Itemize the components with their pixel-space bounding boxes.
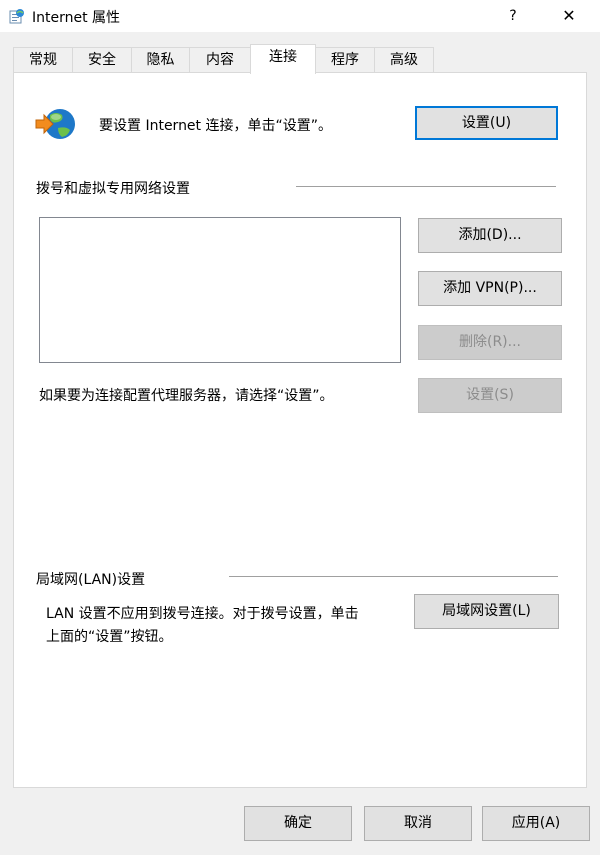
tab-general[interactable]: 常规 (13, 47, 73, 72)
connections-listbox[interactable] (39, 217, 401, 363)
add-vpn-button[interactable]: 添加 VPN(P)... (418, 271, 562, 306)
remove-button[interactable]: 删除(R)... (418, 325, 562, 360)
title-bar: Internet 属性 ? ✕ (0, 0, 600, 32)
help-button[interactable]: ? (490, 0, 536, 32)
tab-advanced[interactable]: 高级 (374, 47, 434, 72)
proxy-hint-text: 如果要为连接配置代理服务器，请选择“设置”。 (39, 388, 334, 404)
connections-panel: 要设置 Internet 连接，单击“设置”。 设置(U) 拨号和虚拟专用网络设… (13, 72, 587, 788)
apply-button[interactable]: 应用(A) (482, 806, 590, 841)
window-title: Internet 属性 (32, 10, 121, 26)
lan-description-line1: LAN 设置不应用到拨号连接。对于拨号设置，单击 (46, 606, 359, 622)
globe-arrow-icon (35, 109, 75, 139)
tab-privacy[interactable]: 隐私 (131, 47, 190, 72)
lan-settings-button[interactable]: 局域网设置(L) (414, 594, 559, 629)
dialup-heading: 拨号和虚拟专用网络设置 (36, 181, 190, 197)
tab-connections[interactable]: 连接 (250, 44, 316, 74)
tab-security[interactable]: 安全 (72, 47, 132, 72)
dialup-divider (296, 186, 556, 187)
lan-divider (229, 576, 558, 577)
lan-description-line2: 上面的“设置”按钮。 (46, 629, 173, 645)
lan-heading: 局域网(LAN)设置 (36, 572, 146, 588)
ok-button[interactable]: 确定 (244, 806, 352, 841)
add-button[interactable]: 添加(D)... (418, 218, 562, 253)
cancel-button[interactable]: 取消 (364, 806, 472, 841)
tab-content[interactable]: 内容 (189, 47, 251, 72)
tab-programs[interactable]: 程序 (315, 47, 375, 72)
close-button[interactable]: ✕ (546, 0, 592, 32)
setup-button[interactable]: 设置(U) (415, 106, 558, 140)
internet-options-icon (9, 9, 24, 24)
dialup-settings-button[interactable]: 设置(S) (418, 378, 562, 413)
setup-text: 要设置 Internet 连接，单击“设置”。 (99, 118, 332, 134)
